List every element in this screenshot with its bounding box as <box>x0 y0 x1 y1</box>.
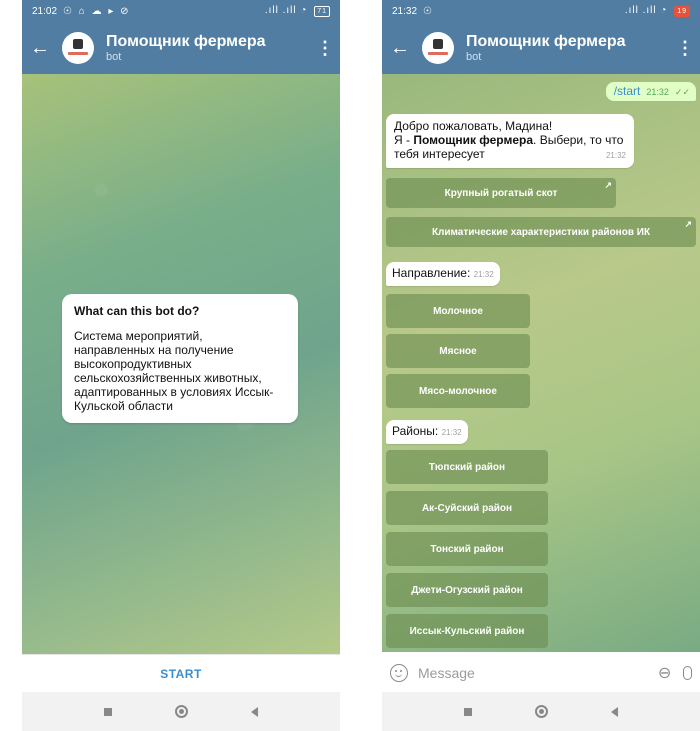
status-bar: 21:02 ☉ ⌂ ☁ ▸ ⊘ .ıll .ıll ◔ 71 <box>22 0 340 22</box>
keyboard-button-label: Иссык-Кульский район <box>409 625 525 637</box>
start-button[interactable]: START <box>160 667 202 681</box>
recents-icon[interactable] <box>103 707 112 716</box>
recents-icon[interactable] <box>463 707 472 716</box>
status-time: 21:32 <box>392 5 418 17</box>
back-triangle-icon[interactable] <box>251 706 259 717</box>
welcome-bot-name: Помощник фермера <box>413 133 534 147</box>
welcome-time: 21:32 <box>605 151 626 160</box>
signal-icon: .ıll .ıll ◔ <box>264 5 308 16</box>
bot-description-card: What can this bot do? Система мероприяти… <box>62 294 298 423</box>
attach-icon[interactable]: ⊘ <box>652 661 676 685</box>
chat-subtitle: bot <box>466 50 482 63</box>
chat-titles[interactable]: Помощник фермера bot <box>466 33 626 64</box>
keyboard-button-meat[interactable]: Мясное <box>386 334 530 368</box>
bot-avatar[interactable] <box>62 32 94 64</box>
phone-screen-right: 21:32 ☉ .ıll .ıll ◔ 19 ← Помощник фермер… <box>382 0 700 731</box>
regions-text: Районы: <box>392 424 439 438</box>
keyboard-button-jeti-oguz[interactable]: Джети-Огузский район <box>386 573 548 607</box>
keyboard-button-ton[interactable]: Тонский район <box>386 532 548 566</box>
double-check-icon: ✓✓ <box>674 87 690 97</box>
more-vertical-icon[interactable]: ⋮ <box>670 38 700 59</box>
home-icon[interactable] <box>534 705 548 718</box>
chat-title: Помощник фермера <box>466 32 626 50</box>
mic-icon[interactable] <box>683 666 692 680</box>
home-icon[interactable] <box>174 705 188 718</box>
outgoing-text: /start <box>613 84 641 98</box>
welcome-line-1: Добро пожаловать, Мадина! <box>394 119 553 133</box>
status-bar: 21:32 ☉ .ıll .ıll ◔ 19 <box>382 0 700 22</box>
keyboard-button-cattle[interactable]: Крупный рогатый скот ↗ <box>386 178 616 208</box>
keyboard-button-label: Ак-Суйский район <box>421 502 513 514</box>
direction-text: Направление: <box>392 266 471 280</box>
bot-description-text: Система мероприятий, направленных на пол… <box>74 329 274 413</box>
more-vertical-icon[interactable]: ⋮ <box>310 38 340 59</box>
keyboard-button-label: Тонский район <box>430 543 504 555</box>
outgoing-message[interactable]: /start 21:32 ✓✓ <box>605 82 696 101</box>
emoji-icon[interactable] <box>390 664 408 682</box>
bot-description-heading: What can this bot do? <box>74 304 200 318</box>
welcome-prefix: Я - <box>394 133 414 147</box>
notification-icons: ☉ ⌂ ☁ ▸ ⊘ <box>63 5 131 17</box>
outgoing-time: 21:32 <box>646 87 669 97</box>
keyboard-button-issyk-kul[interactable]: Иссык-Кульский район <box>386 614 548 648</box>
start-bar: START <box>22 654 340 692</box>
chat-header: ← Помощник фермера bot ⋮ <box>382 22 700 74</box>
keyboard-button-label: Климатические характеристики районов ИК <box>431 226 651 238</box>
status-time: 21:02 <box>32 5 58 17</box>
battery-icon: 71 <box>314 6 330 17</box>
signal-icon: .ıll .ıll ◔ <box>624 5 668 16</box>
chat-title: Помощник фермера <box>106 32 266 50</box>
keyboard-button-label: Мясо-молочное <box>419 385 497 397</box>
message-composer: ⊘ <box>382 652 700 694</box>
keyboard-button-label: Молочное <box>433 305 483 317</box>
chat-background: What can this bot do? Система мероприяти… <box>22 74 340 654</box>
inline-arrow-icon: ↗ <box>684 219 692 229</box>
signal-wifi-icons: .ıll .ıll ◔ 19 <box>625 5 690 17</box>
keyboard-button-climate[interactable]: Климатические характеристики районов ИК ↗ <box>386 217 696 247</box>
regions-time: 21:32 <box>441 428 462 437</box>
keyboard-button-label: Крупный рогатый скот <box>444 187 558 199</box>
direction-time: 21:32 <box>473 270 494 279</box>
keyboard-button-tyup[interactable]: Тюпский район <box>386 450 548 484</box>
chat-header: ← Помощник фермера bot ⋮ <box>22 22 340 74</box>
regions-message[interactable]: Районы: 21:32 <box>386 420 468 444</box>
inline-arrow-icon: ↗ <box>604 180 612 190</box>
keyboard-button-meat-dairy[interactable]: Мясо-молочное <box>386 374 530 408</box>
back-arrow-icon[interactable]: ← <box>22 37 58 60</box>
keyboard-button-label: Тюпский район <box>428 461 506 473</box>
keyboard-button-ak-suu[interactable]: Ак-Суйский район <box>386 491 548 525</box>
android-nav-bar <box>382 692 700 731</box>
welcome-message[interactable]: Добро пожаловать, Мадина! Я - Помощник ф… <box>386 114 634 168</box>
back-triangle-icon[interactable] <box>611 706 619 717</box>
battery-icon: 19 <box>674 6 690 17</box>
chat-titles[interactable]: Помощник фермера bot <box>106 33 266 64</box>
bot-avatar[interactable] <box>422 32 454 64</box>
phone-screen-left: 21:02 ☉ ⌂ ☁ ▸ ⊘ .ıll .ıll ◔ 71 ← Помощни… <box>22 0 340 731</box>
direction-message[interactable]: Направление: 21:32 <box>386 262 500 286</box>
notification-icons: ☉ <box>423 5 434 17</box>
keyboard-button-label: Мясное <box>439 345 477 357</box>
chat-subtitle: bot <box>106 50 122 63</box>
keyboard-button-label: Джети-Огузский район <box>411 584 523 596</box>
keyboard-button-dairy[interactable]: Молочное <box>386 294 530 328</box>
message-input[interactable] <box>418 665 608 681</box>
back-arrow-icon[interactable]: ← <box>382 37 418 60</box>
android-nav-bar <box>22 692 340 731</box>
welcome-line-2: Я - Помощник фермера. Выбери, то что теб… <box>394 133 626 161</box>
signal-wifi-icons: .ıll .ıll ◔ 71 <box>265 5 330 17</box>
